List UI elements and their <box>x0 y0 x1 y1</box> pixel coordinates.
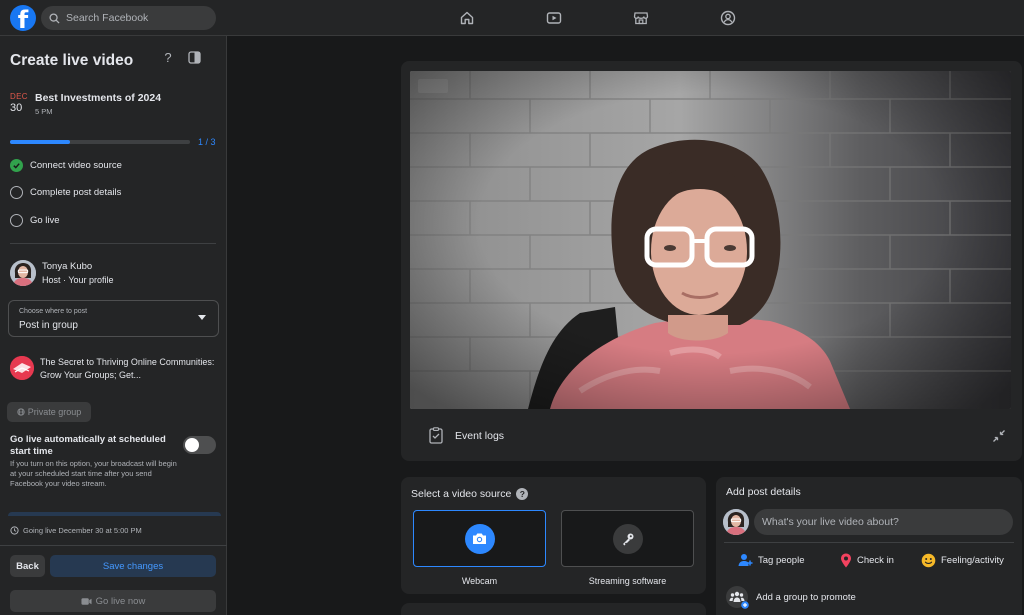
divider <box>724 542 1014 543</box>
add-group-to-promote-button[interactable]: Add a group to promote <box>726 586 856 609</box>
back-button[interactable]: Back <box>10 555 45 577</box>
check-in-button[interactable]: Check in <box>840 551 894 569</box>
auto-live-label: Go live automatically at scheduled start… <box>10 434 166 457</box>
empty-circle-icon <box>10 213 23 227</box>
help-icon[interactable]: ? <box>161 50 175 66</box>
private-group-label: Private group <box>27 407 82 417</box>
step-complete-post-details[interactable]: Complete post details <box>10 185 121 199</box>
camera-icon <box>464 523 495 554</box>
help-icon[interactable]: ? <box>516 488 529 500</box>
progress-bar <box>10 140 190 144</box>
group-avatar[interactable] <box>10 356 34 380</box>
location-pin-icon <box>840 553 852 568</box>
search-input[interactable] <box>66 12 206 24</box>
top-bar: f <box>0 0 1024 36</box>
next-card-peek <box>401 603 706 615</box>
camera-icon <box>81 597 92 605</box>
search-icon <box>49 12 60 24</box>
step-connect-video-source[interactable]: Connect video source <box>10 158 122 172</box>
group-add-icon <box>726 586 749 609</box>
divider <box>10 243 216 244</box>
search-box[interactable] <box>41 6 216 30</box>
host-name: Tonya Kubo <box>42 261 93 272</box>
empty-circle-icon <box>10 185 23 199</box>
video-source-title-text: Select a video source <box>411 488 512 500</box>
feeling-activity-button[interactable]: Feeling/activity <box>921 551 1004 569</box>
divider <box>0 545 227 546</box>
auto-live-description: If you turn on this option, your broadca… <box>10 459 177 488</box>
smiley-icon <box>921 553 936 568</box>
collapse-panel-icon[interactable] <box>188 51 202 65</box>
save-changes-button[interactable]: Save changes <box>50 555 216 577</box>
tag-people-label: Tag people <box>758 554 805 566</box>
event-time: 5 PM <box>35 107 53 116</box>
create-live-sidebar: Create live video ? DEC 30 Best Investme… <box>0 36 227 615</box>
tag-people-icon <box>738 553 753 567</box>
caret-down-icon <box>198 315 206 320</box>
tag-people-button[interactable]: Tag people <box>738 551 804 569</box>
select-value: Post in group <box>19 320 78 331</box>
add-group-to-promote-label: Add a group to promote <box>756 591 856 603</box>
choose-where-to-post-select[interactable]: Choose where to post Post in group <box>8 300 219 337</box>
groups-icon[interactable] <box>719 9 737 27</box>
go-live-now-button[interactable]: Go live now <box>10 590 216 612</box>
page-title: Create live video <box>10 52 134 69</box>
marketplace-icon[interactable] <box>632 9 650 27</box>
going-live-info: Going live December 30 at 5:00 PM <box>10 526 142 535</box>
step-label: Connect video source <box>30 159 122 171</box>
check-in-label: Check in <box>857 554 894 566</box>
event-month: DEC <box>10 92 28 101</box>
toggle-knob <box>185 438 199 452</box>
event-day: 30 <box>10 102 23 114</box>
home-icon[interactable] <box>458 9 476 27</box>
webcam-label: Webcam <box>461 576 498 586</box>
scroll-peek-panel <box>8 512 221 516</box>
event-logs-label: Event logs <box>455 429 505 442</box>
progress-fill <box>10 140 70 144</box>
going-live-text: Going live December 30 at 5:00 PM <box>23 526 142 535</box>
streaming-software-option[interactable] <box>561 510 694 567</box>
globe-icon <box>17 408 25 416</box>
auto-live-toggle[interactable] <box>183 436 216 454</box>
collapse-arrows-icon[interactable] <box>992 429 1006 443</box>
post-details-title: Add post details <box>726 486 801 498</box>
private-group-badge: Private group <box>7 402 91 422</box>
facebook-logo[interactable]: f <box>10 5 36 31</box>
host-role: Host · Your profile <box>42 275 114 285</box>
progress-text: 1 / 3 <box>198 137 216 147</box>
clock-icon <box>10 526 19 535</box>
plus-badge-icon <box>741 601 749 609</box>
clipboard-icon <box>429 427 443 444</box>
video-icon[interactable] <box>545 9 563 27</box>
select-caption: Choose where to post <box>19 308 88 315</box>
streaming-software-label: Streaming software <box>588 576 667 586</box>
feeling-activity-label: Feeling/activity <box>941 554 1004 566</box>
live-video-description-input[interactable] <box>754 509 1013 535</box>
event-date: DEC 30 <box>10 92 30 114</box>
webcam-preview <box>410 71 1011 409</box>
event-logs-button[interactable]: Event logs <box>428 427 504 444</box>
check-circle-icon <box>10 158 23 172</box>
go-live-now-label: Go live now <box>95 595 146 607</box>
video-source-title: Select a video source ? <box>411 488 529 500</box>
step-go-live[interactable]: Go live <box>10 213 60 227</box>
key-icon <box>612 523 643 554</box>
user-avatar[interactable] <box>723 509 749 535</box>
step-label: Go live <box>30 214 60 226</box>
webcam-source-option[interactable] <box>413 510 546 567</box>
group-name: The Secret to Thriving Online Communitie… <box>40 357 215 380</box>
event-name: Best Investments of 2024 <box>35 92 162 104</box>
host-avatar[interactable] <box>10 260 36 286</box>
step-label: Complete post details <box>30 186 122 198</box>
